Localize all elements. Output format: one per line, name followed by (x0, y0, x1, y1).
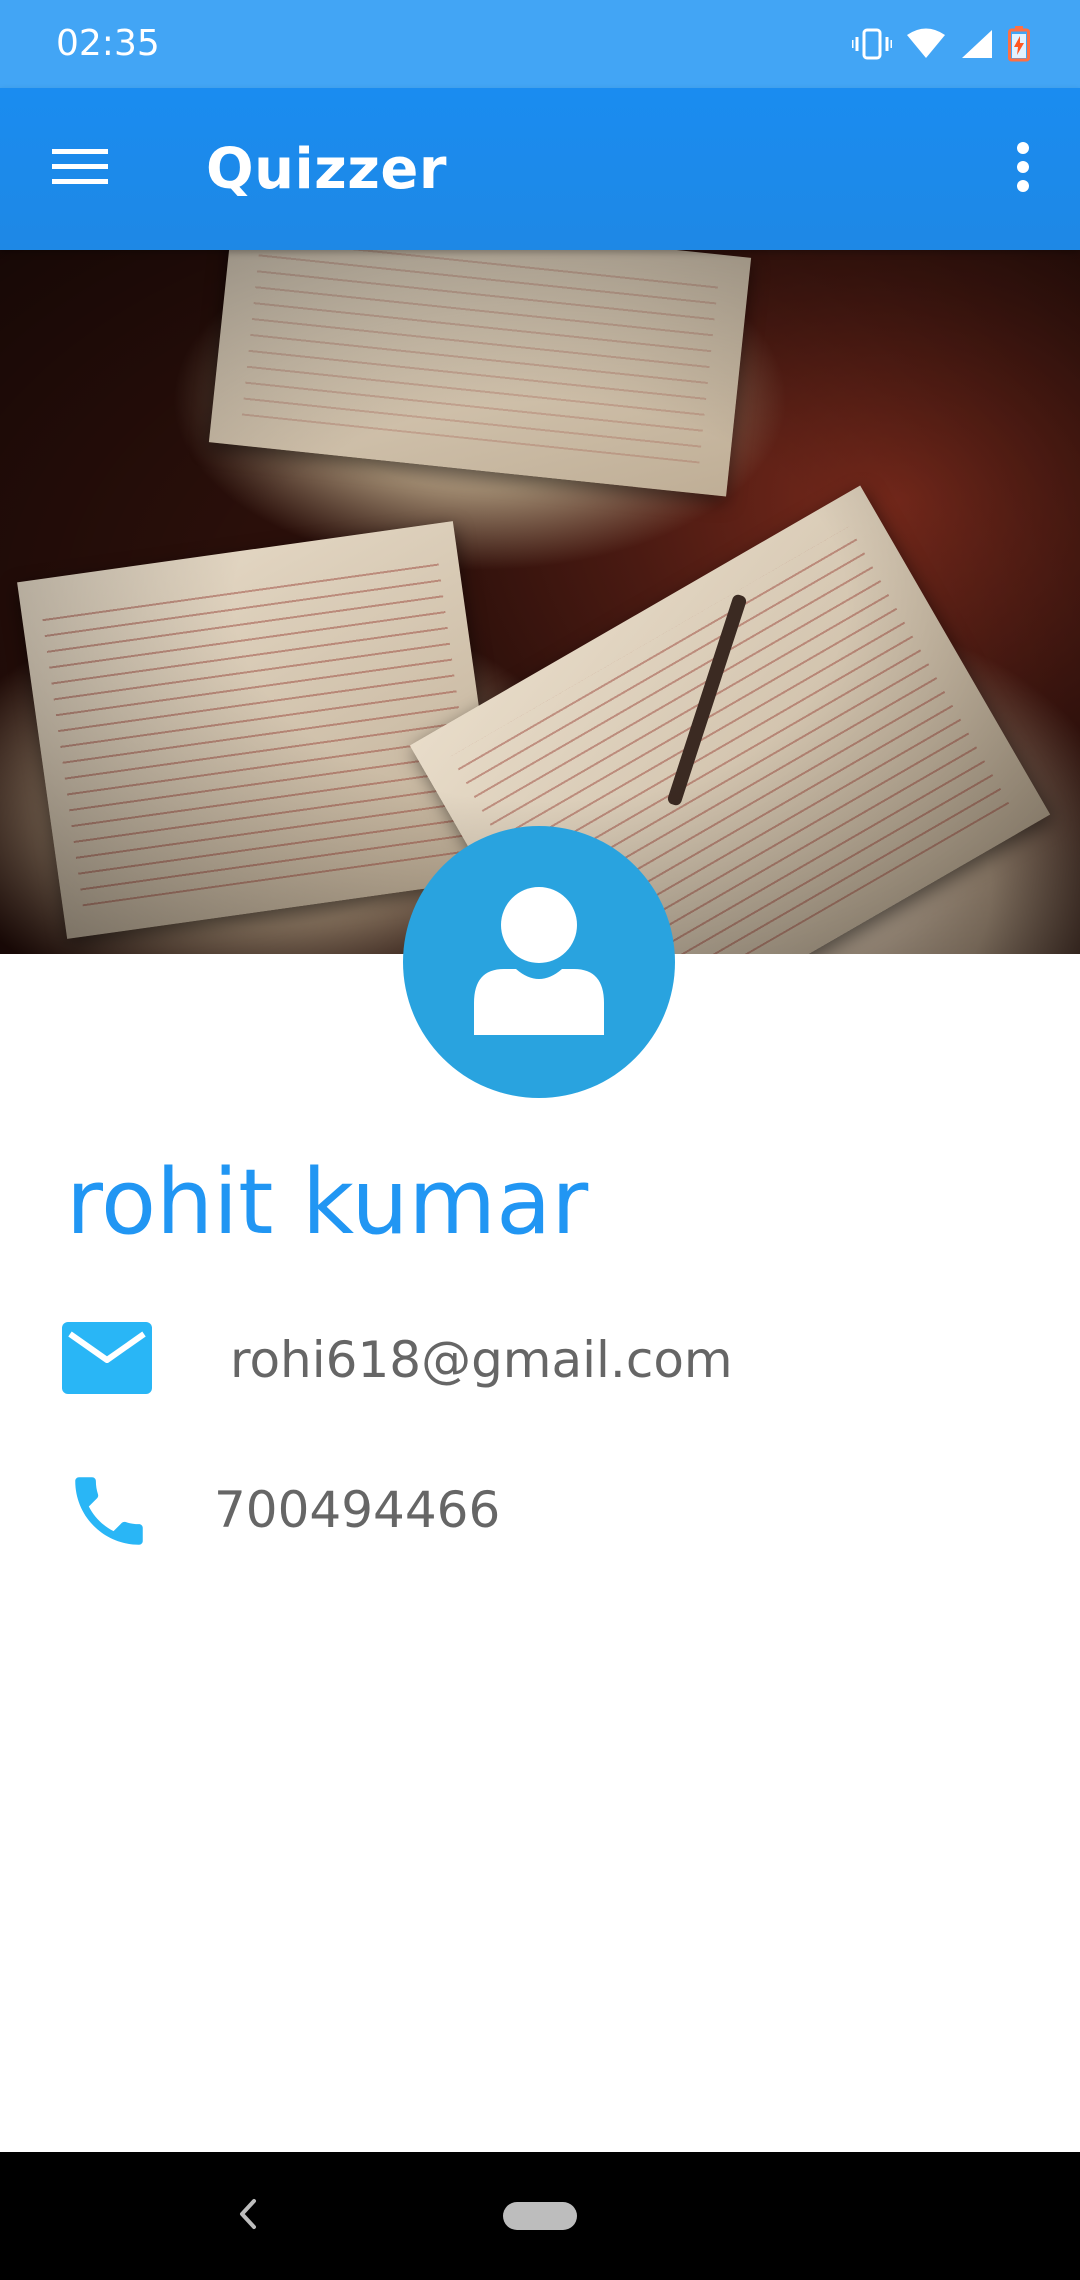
profile-name: rohit kumar (66, 1150, 589, 1255)
signal-icon (960, 28, 994, 65)
hamburger-menu-icon (52, 147, 108, 192)
app-title: Quizzer (206, 137, 447, 202)
profile-avatar[interactable] (403, 826, 675, 1098)
menu-button[interactable] (40, 134, 120, 204)
overflow-menu-button[interactable] (988, 134, 1058, 204)
system-nav-bar (0, 2152, 1080, 2280)
back-chevron-icon (236, 2197, 260, 2236)
vibrate-icon (851, 26, 893, 67)
status-icons (851, 26, 1030, 67)
status-bar: 02:35 (0, 0, 1080, 88)
battery-charging-icon (1008, 26, 1030, 67)
status-time: 02:35 (56, 23, 160, 64)
profile-phone[interactable]: 700494466 (214, 1480, 500, 1540)
wifi-icon (906, 28, 946, 65)
profile-email[interactable]: rohi618@gmail.com (230, 1330, 733, 1390)
more-vert-icon (1016, 141, 1030, 197)
back-button[interactable] (224, 2192, 272, 2240)
person-icon (474, 885, 604, 1040)
phone-icon (64, 1466, 154, 1556)
home-pill-icon[interactable] (503, 2202, 577, 2230)
app-bar: Quizzer (0, 88, 1080, 250)
email-icon (62, 1322, 152, 1394)
